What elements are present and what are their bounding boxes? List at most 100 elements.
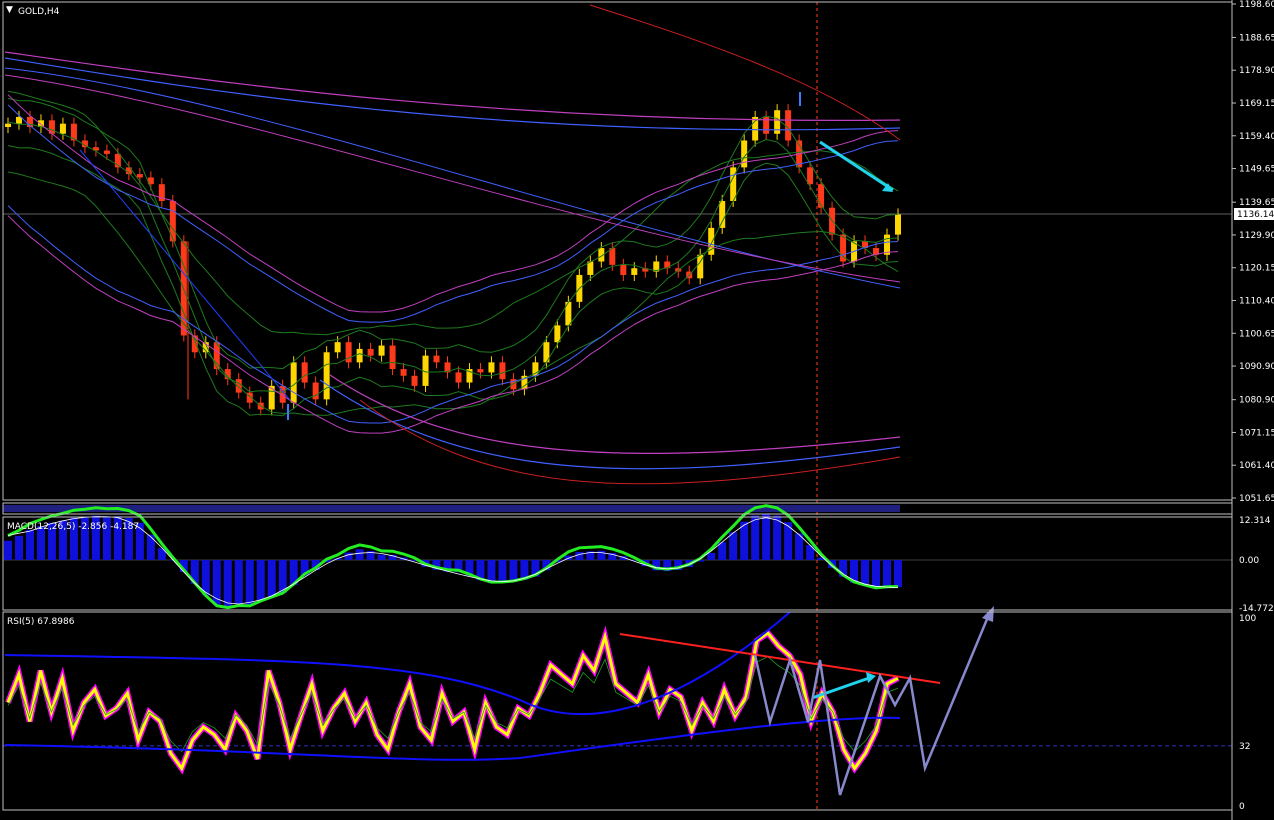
price-tick-label: 1051.65 bbox=[1239, 494, 1274, 504]
candle-body bbox=[103, 150, 110, 154]
candle-body bbox=[620, 264, 627, 275]
macd-hist-bar bbox=[597, 550, 606, 561]
candle-body bbox=[631, 268, 638, 275]
candle-body bbox=[895, 214, 901, 235]
macd-hist-bar bbox=[729, 532, 738, 561]
envelope-lower-red bbox=[359, 399, 901, 485]
envelope-mid-blue bbox=[4, 67, 901, 289]
candle-body bbox=[455, 372, 462, 383]
price-tick-label: 1100.65 bbox=[1239, 329, 1274, 339]
rsi-pane[interactable] bbox=[3, 606, 1232, 796]
price-tick-label: 1071.15 bbox=[1239, 428, 1274, 438]
candle-body bbox=[609, 248, 616, 265]
trading-chart[interactable]: 1198.60 1188.65 1178.90 1169.15 1159.40 1149.… bbox=[0, 0, 1274, 820]
price-tick-label: 1149.65 bbox=[1239, 165, 1274, 175]
candle-body bbox=[312, 382, 319, 400]
candle-body bbox=[719, 200, 726, 228]
candle-body bbox=[554, 325, 561, 343]
macd-hist-bar bbox=[751, 515, 760, 561]
macd-hist-bar bbox=[575, 551, 584, 561]
candle-body bbox=[169, 200, 176, 242]
macd-hist-bar bbox=[157, 548, 166, 561]
trend-line bbox=[79, 149, 291, 401]
macd-hist-bar bbox=[707, 552, 716, 561]
macd-tick-label: 0.00 bbox=[1239, 556, 1259, 566]
macd-hist-bar bbox=[14, 535, 23, 561]
candle-body bbox=[378, 345, 385, 356]
envelope-mid-magenta bbox=[4, 74, 901, 283]
rsi-tick-label: 0 bbox=[1239, 802, 1245, 812]
candle-body bbox=[59, 123, 66, 134]
macd-hist-bar bbox=[872, 560, 881, 589]
price-tick-label: 1090.90 bbox=[1239, 362, 1274, 372]
price-tick-label: 1061.40 bbox=[1239, 461, 1274, 471]
macd-hist-bar bbox=[4, 540, 12, 561]
candle-body bbox=[389, 345, 396, 370]
macd-hist-bar bbox=[146, 534, 155, 561]
macd-hist-bar bbox=[223, 560, 232, 607]
rsi-red-trendline bbox=[619, 633, 941, 684]
macd-hist-bar bbox=[377, 554, 386, 561]
indicator-band-line bbox=[7, 215, 899, 434]
indicator-band-line bbox=[7, 121, 899, 393]
candle-body bbox=[136, 174, 143, 178]
rsi-tick-label: 32 bbox=[1239, 742, 1250, 752]
macd-hist-bar bbox=[212, 560, 221, 605]
candle-body bbox=[367, 348, 374, 356]
candle-body bbox=[400, 369, 407, 376]
price-tick-label: 1139.65 bbox=[1239, 198, 1274, 208]
price-tick-label: 1198.60 bbox=[1239, 0, 1274, 10]
macd-hist-bar bbox=[773, 515, 782, 561]
rsi-title: RSI(5) 67.8986 bbox=[7, 617, 75, 627]
envelope-lower-magenta bbox=[329, 374, 901, 454]
macd-tick-label: -14.772 bbox=[1239, 604, 1274, 614]
candle-body bbox=[807, 167, 814, 185]
indicator-band-line bbox=[7, 171, 899, 416]
macd-hist-bar bbox=[894, 560, 902, 588]
candle-body bbox=[433, 355, 440, 363]
price-tick-label: 1188.65 bbox=[1239, 33, 1274, 43]
candle-body bbox=[301, 362, 308, 383]
macd-tick-label: 12.314 bbox=[1239, 516, 1271, 526]
macd-hist-bar bbox=[861, 560, 870, 586]
macd-hist-bar bbox=[509, 560, 518, 583]
candle-body bbox=[477, 369, 484, 373]
candle-body bbox=[334, 342, 341, 353]
candle-body bbox=[5, 123, 11, 128]
candle-body bbox=[323, 352, 330, 400]
symbol-title: GOLD,H4 bbox=[18, 7, 60, 17]
macd-pane[interactable] bbox=[3, 504, 1232, 610]
candle-body bbox=[730, 167, 737, 201]
macd-hist-bar bbox=[267, 560, 276, 597]
price-tick-label: 1169.15 bbox=[1239, 99, 1274, 109]
macd-hist-bar bbox=[355, 549, 364, 561]
candle-body bbox=[818, 184, 825, 208]
macd-hist-bar bbox=[883, 560, 892, 588]
macd-title: MACD(12,26,5) -2.856 -4.187 bbox=[7, 522, 139, 532]
price-tick-label: 1178.90 bbox=[1239, 66, 1274, 76]
candle-body bbox=[235, 379, 242, 393]
price-tick-label: 1129.90 bbox=[1239, 231, 1274, 241]
price-tick-label: 1120.15 bbox=[1239, 264, 1274, 274]
macd-hist-bar bbox=[256, 560, 265, 601]
candle-body bbox=[356, 348, 363, 363]
wave-arrowhead-icon bbox=[982, 606, 994, 622]
macd-hist-bar bbox=[762, 513, 771, 561]
candle-body bbox=[411, 375, 418, 386]
macd-hist-bar bbox=[25, 529, 34, 561]
current-price-label: 1136.14 bbox=[1237, 210, 1274, 220]
envelope-lower-blue bbox=[319, 379, 901, 470]
rsi-tick-label: 100 bbox=[1239, 614, 1256, 624]
indicator-band-line bbox=[7, 205, 899, 424]
macd-hist-bar bbox=[498, 560, 507, 583]
price-tick-label: 1159.40 bbox=[1239, 132, 1274, 142]
price-tick-label: 1080.90 bbox=[1239, 396, 1274, 406]
macd-hist-bar bbox=[806, 545, 815, 561]
dropdown-triangle-icon[interactable]: ▼ bbox=[6, 5, 13, 15]
price-tick-label: 1110.40 bbox=[1239, 297, 1274, 307]
envelope-upper-magenta bbox=[4, 51, 901, 121]
candle-body bbox=[488, 362, 495, 373]
macd-hist-bar bbox=[245, 560, 254, 605]
macd-hist-bar bbox=[487, 560, 496, 584]
candle-body bbox=[785, 110, 792, 141]
